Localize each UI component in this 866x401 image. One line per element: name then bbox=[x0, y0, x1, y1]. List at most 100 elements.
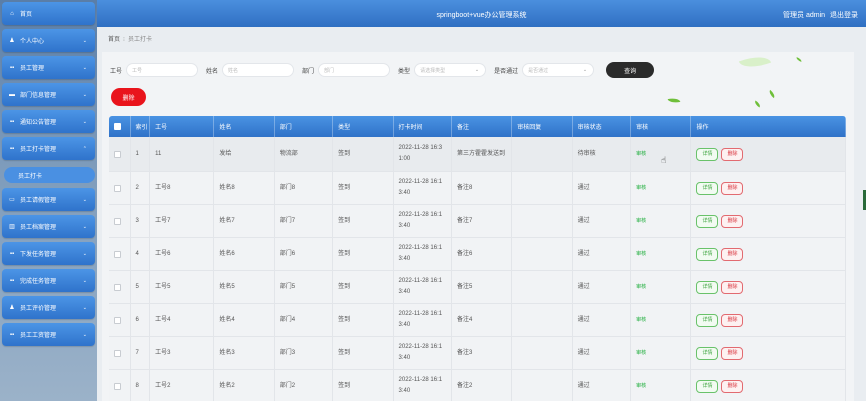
row-delete-button[interactable]: 删除 bbox=[721, 280, 744, 294]
breadcrumb-home[interactable]: 首页 bbox=[108, 37, 120, 43]
row-checkbox[interactable] bbox=[114, 382, 121, 390]
table-row[interactable]: 3 工号7 姓名7 部门7 签到 2022-11-28 16:1 3:40 备注7 通过 审核 详情… bbox=[109, 205, 846, 238]
sidebar-item[interactable]: ▪▪ 员工工资管理 ⌄ bbox=[2, 323, 95, 346]
header-type: 类型 bbox=[333, 116, 394, 137]
sidebar-item[interactable]: ▪▪ 通知公告管理 ⌄ bbox=[2, 110, 95, 133]
row-checkbox[interactable] bbox=[114, 283, 121, 291]
detail-button[interactable]: 详情 bbox=[696, 379, 719, 393]
cell-punch-time: 2022-11-28 16:1 3:40 bbox=[394, 337, 452, 369]
table-row[interactable]: 5 工号5 姓名5 部门5 签到 2022-11-28 16:1 3:40 备注5 通过 审核 详情… bbox=[109, 271, 846, 304]
cell-audit-status: 通过 bbox=[573, 172, 632, 204]
name-input[interactable]: 姓名 bbox=[222, 63, 295, 77]
row-delete-button[interactable]: 删除 bbox=[721, 247, 744, 261]
breadcrumb-current: 员工打卡 bbox=[127, 37, 152, 43]
sidebar-item[interactable]: ♟ 员工评价管理 ⌄ bbox=[2, 296, 95, 319]
audit-link[interactable]: 审核 bbox=[636, 249, 646, 260]
sidebar-item[interactable]: ▬ 部门信息管理 ⌄ bbox=[2, 83, 95, 106]
select-all-checkbox[interactable] bbox=[114, 123, 121, 130]
chart-icon: ▥ bbox=[9, 224, 15, 230]
person-icon: ♟ bbox=[9, 305, 15, 311]
cell-punch-time: 2022-11-28 16:1 3:40 bbox=[394, 271, 452, 303]
sidebar-item[interactable]: ▥ 员工档案管理 ⌄ bbox=[2, 215, 95, 238]
time-line-2: 3:40 bbox=[398, 289, 411, 295]
sidebar-item-label: 下发任务管理 bbox=[20, 252, 57, 258]
pass-select-placeholder: 是否通过 bbox=[528, 67, 549, 74]
row-checkbox[interactable] bbox=[114, 250, 121, 258]
cell-audit: 审核 bbox=[631, 370, 692, 401]
audit-link[interactable]: 审核 bbox=[636, 348, 646, 359]
sidebar-item[interactable]: ▪▪ 员工打卡管理 ⌃ bbox=[2, 137, 95, 160]
cell-audit-status: 通过 bbox=[573, 304, 632, 336]
cell-actions: 详情 删除 bbox=[691, 137, 846, 171]
cell-type: 签到 bbox=[333, 370, 394, 401]
table-row[interactable]: 8 工号2 姓名2 部门2 签到 2022-11-28 16:1 3:40 备注2 通过 审核 详情… bbox=[109, 370, 846, 401]
cell-index: 1 bbox=[131, 137, 151, 171]
row-delete-button[interactable]: 删除 bbox=[721, 346, 744, 360]
sidebar-item[interactable]: ⌂ 首页 bbox=[2, 2, 95, 25]
cell-type: 签到 bbox=[333, 172, 394, 204]
search-field-pass: 是否通过 是否通过 ⌄ bbox=[494, 63, 595, 77]
query-button[interactable]: 查询 bbox=[606, 62, 655, 78]
sidebar-item-label: 员工档案管理 bbox=[20, 225, 57, 231]
batch-delete-button[interactable]: 删除 bbox=[111, 88, 146, 106]
detail-button[interactable]: 详情 bbox=[696, 280, 719, 294]
row-delete-button[interactable]: 删除 bbox=[721, 379, 744, 393]
sidebar-item[interactable]: ▪▪ 下发任务管理 ⌄ bbox=[2, 242, 95, 265]
audit-link[interactable]: 审核 bbox=[636, 149, 646, 160]
sidebar-item[interactable]: ▭ 员工请假管理 ⌄ bbox=[2, 188, 95, 211]
detail-button[interactable]: 详情 bbox=[696, 346, 719, 360]
cell-index: 6 bbox=[131, 304, 151, 336]
cell-punch-time: 2022-11-28 16:3 1:00 bbox=[394, 137, 452, 171]
select-cell bbox=[109, 304, 131, 336]
audit-link[interactable]: 审核 bbox=[636, 183, 646, 194]
detail-button[interactable]: 详情 bbox=[696, 147, 719, 161]
cell-name: 发给 bbox=[214, 137, 275, 171]
row-checkbox[interactable] bbox=[114, 150, 121, 158]
header-note: 备注 bbox=[452, 116, 513, 137]
time-line-2: 3:40 bbox=[398, 190, 411, 196]
grid-icon: ▪▪ bbox=[9, 145, 15, 152]
sidebar-subitem-attendance[interactable]: 员工打卡 bbox=[4, 167, 95, 183]
cell-name: 姓名2 bbox=[214, 370, 275, 401]
row-delete-button[interactable]: 删除 bbox=[721, 147, 744, 161]
job-number-input[interactable]: 工号 bbox=[126, 63, 199, 77]
detail-button[interactable]: 详情 bbox=[696, 214, 719, 228]
cell-punch-time: 2022-11-28 16:1 3:40 bbox=[394, 304, 452, 336]
row-delete-button[interactable]: 删除 bbox=[721, 214, 744, 228]
detail-button[interactable]: 详情 bbox=[696, 181, 719, 195]
department-input[interactable]: 部门 bbox=[318, 63, 391, 77]
audit-link[interactable]: 审核 bbox=[636, 381, 646, 392]
cell-actions: 详情 删除 bbox=[691, 238, 846, 270]
audit-link[interactable]: 审核 bbox=[636, 282, 646, 293]
detail-button[interactable]: 详情 bbox=[696, 313, 719, 327]
audit-link[interactable]: 审核 bbox=[636, 216, 646, 227]
cell-type: 签到 bbox=[333, 205, 394, 237]
cell-department: 部门3 bbox=[275, 337, 334, 369]
row-checkbox[interactable] bbox=[114, 184, 121, 192]
table-row[interactable]: 7 工号3 姓名3 部门3 签到 2022-11-28 16:1 3:40 备注3 通过 审核 详情… bbox=[109, 337, 846, 370]
time-line-1: 2022-11-28 16:1 bbox=[398, 245, 443, 251]
row-delete-button[interactable]: 删除 bbox=[721, 313, 744, 327]
header-audit-reply: 审核回复 bbox=[512, 116, 573, 137]
table-row[interactable]: 4 工号6 姓名6 部门6 签到 2022-11-28 16:1 3:40 备注6 通过 审核 详情… bbox=[109, 238, 846, 271]
pass-select[interactable]: 是否通过 ⌄ bbox=[522, 63, 595, 77]
cell-name: 姓名5 bbox=[214, 271, 275, 303]
sidebar-item[interactable]: ▪▪ 完成任务管理 ⌄ bbox=[2, 269, 95, 292]
audit-link[interactable]: 审核 bbox=[636, 315, 646, 326]
detail-button[interactable]: 详情 bbox=[696, 247, 719, 261]
logout-link[interactable]: 退出登录 bbox=[830, 12, 858, 19]
cell-note: 备注5 bbox=[452, 271, 513, 303]
row-delete-button[interactable]: 删除 bbox=[721, 181, 744, 195]
type-select[interactable]: 请选择类型 ⌄ bbox=[414, 63, 487, 77]
header-actions: 操作 bbox=[691, 116, 846, 137]
table-row[interactable]: 6 工号4 姓名4 部门4 签到 2022-11-28 16:1 3:40 备注4 通过 审核 详情… bbox=[109, 304, 846, 337]
cell-audit-status: 通过 bbox=[573, 205, 632, 237]
row-checkbox[interactable] bbox=[114, 316, 121, 324]
row-checkbox[interactable] bbox=[114, 217, 121, 225]
table-row[interactable]: 1 11 发给 物流部 签到 2022-11-28 16:3 1:00 第三方霍霍发送到 待审核… bbox=[109, 137, 846, 172]
sidebar-item[interactable]: ♟ 个人中心 ⌄ bbox=[2, 29, 95, 52]
sidebar-item[interactable]: ▪▪ 员工管理 ⌄ bbox=[2, 56, 95, 79]
row-checkbox[interactable] bbox=[114, 349, 121, 357]
table-row[interactable]: 2 工号8 姓名8 部门8 签到 2022-11-28 16:1 3:40 备注8 通过 审核 详情… bbox=[109, 172, 846, 205]
cell-note: 备注2 bbox=[452, 370, 513, 401]
